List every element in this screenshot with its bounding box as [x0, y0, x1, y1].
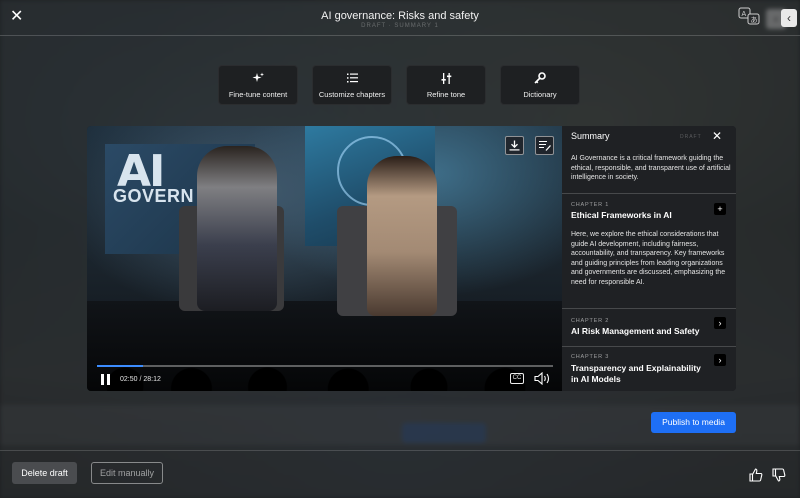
pause-button[interactable] — [101, 374, 111, 385]
chevron-left-icon[interactable]: ‹ — [781, 9, 797, 27]
progress-fill — [97, 365, 143, 367]
refine-tone-button[interactable]: Refine tone — [406, 65, 486, 105]
chevron-right-icon[interactable]: › — [714, 354, 726, 366]
transcript-icon — [538, 141, 551, 151]
chevron-right-icon[interactable]: › — [714, 317, 726, 329]
download-icon — [509, 140, 520, 151]
stage-screen-text: GOVERN — [113, 186, 195, 206]
chapter-label: CHAPTER 1 — [571, 202, 610, 208]
timecode: 02:50 / 28:12 — [120, 376, 161, 383]
sliders-icon — [441, 71, 452, 85]
divider — [562, 193, 736, 194]
customize-chapters-button[interactable]: Customize chapters — [312, 65, 392, 105]
translate-icon[interactable]: A あ — [738, 7, 760, 25]
dictionary-button[interactable]: Dictionary — [500, 65, 580, 105]
speaker — [367, 156, 437, 316]
video-frame[interactable]: AI GOVERN 02:50 / 28:12 CC — [87, 126, 562, 391]
delete-draft-button[interactable]: Delete draft — [12, 462, 77, 484]
divider — [562, 308, 736, 309]
chapter-title[interactable]: AI Risk Management and Safety — [571, 326, 709, 337]
chapter-title[interactable]: Transparency and Explainability in AI Mo… — [571, 363, 709, 385]
chapter-label: CHAPTER 3 — [571, 354, 610, 360]
fine-tune-content-button[interactable]: Fine-tune content — [218, 65, 298, 105]
player-card: AI GOVERN 02:50 / 28:12 CC Summary DRAFT — [87, 126, 736, 391]
edit-manually-button[interactable]: Edit manually — [91, 462, 163, 484]
sparkle-icon — [252, 71, 264, 85]
summary-panel: Summary DRAFT ✕ AI Governance is a criti… — [562, 126, 736, 391]
download-button[interactable] — [505, 136, 524, 155]
list-icon — [346, 71, 358, 85]
close-icon[interactable]: ✕ — [712, 130, 722, 142]
progress-bar[interactable] — [97, 365, 553, 367]
modal-header: ✕ AI governance: Risks and safety DRAFT … — [0, 0, 800, 36]
tool-label: Refine tone — [426, 90, 466, 99]
chapter-label: CHAPTER 2 — [571, 318, 610, 324]
thumbs-up-icon[interactable] — [749, 468, 763, 482]
expand-chapter-button[interactable]: + — [714, 203, 726, 215]
tool-label: Customize chapters — [318, 90, 386, 99]
svg-text:あ: あ — [751, 16, 758, 24]
tool-label: Dictionary — [523, 90, 557, 99]
divider — [562, 346, 736, 347]
status-badge: DRAFT — [680, 134, 702, 140]
panel-heading: Summary — [571, 131, 610, 141]
page-title: AI governance: Risks and safety — [321, 10, 479, 22]
chapter-title[interactable]: Ethical Frameworks in AI — [571, 210, 709, 221]
transcript-edit-button[interactable] — [535, 136, 554, 155]
publish-to-media-button[interactable]: Publish to media — [651, 412, 736, 433]
volume-icon[interactable] — [534, 372, 552, 385]
key-icon — [534, 71, 546, 85]
speaker — [197, 146, 277, 311]
footer-bar: Delete draft Edit manually — [0, 450, 800, 498]
thumbs-down-icon[interactable] — [772, 468, 786, 482]
chapter-summary: Here, we explore the ethical considerati… — [571, 231, 726, 286]
summary-intro: AI Governance is a critical framework gu… — [571, 155, 731, 181]
page-subtitle: DRAFT · SUMMARY 1 — [361, 23, 439, 29]
tool-label: Fine-tune content — [228, 90, 288, 99]
svg-text:A: A — [742, 11, 747, 18]
closed-captions-button[interactable]: CC — [510, 373, 524, 384]
